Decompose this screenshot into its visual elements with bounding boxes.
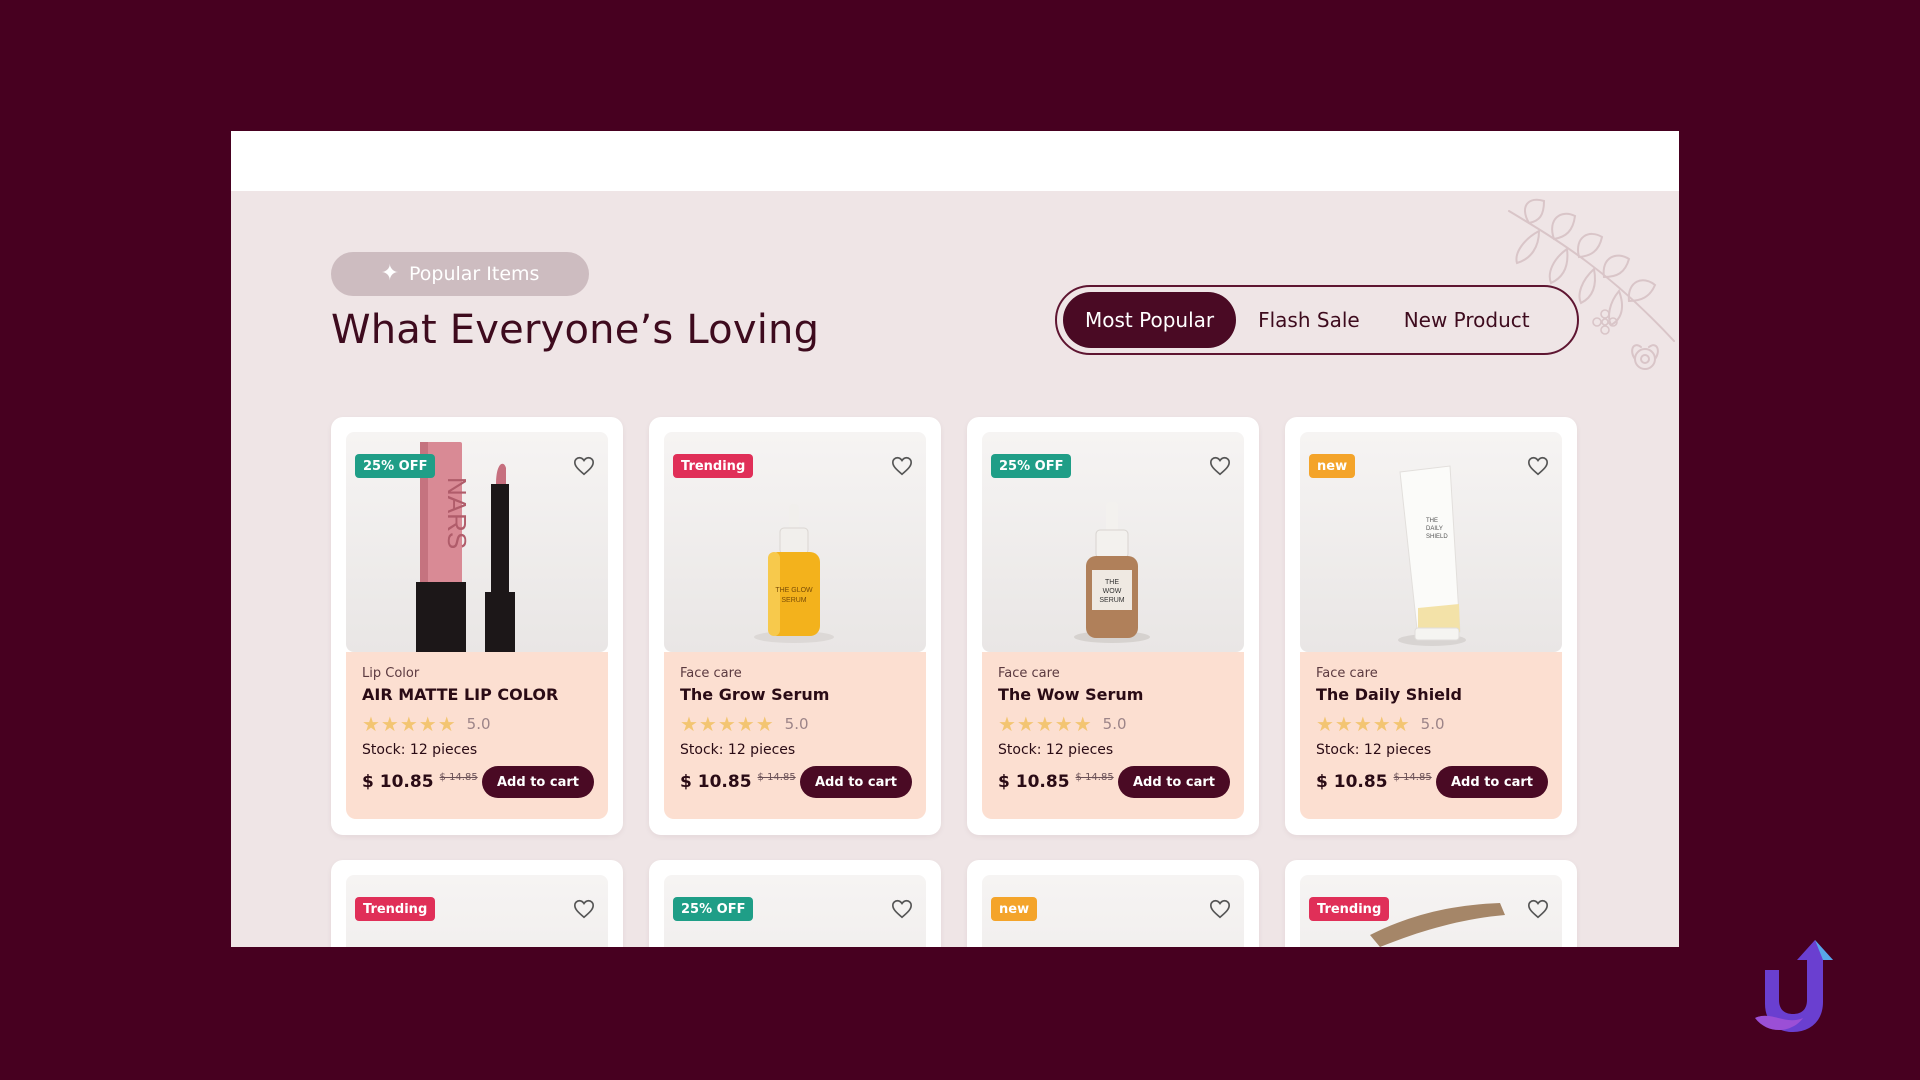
stock-value: 12 pieces: [1363, 742, 1432, 758]
svg-text:SERUM: SERUM: [1099, 597, 1124, 604]
product-category: Face care: [1316, 666, 1378, 681]
svg-text:SERUM: SERUM: [781, 597, 806, 604]
old-price: $ 14.85: [757, 771, 796, 783]
heart-icon[interactable]: [1209, 455, 1231, 477]
product-info: Face care The Grow Serum ★★★★★ 5.0 Stock…: [664, 652, 926, 819]
add-to-cart-button[interactable]: Add to cart: [800, 766, 912, 798]
product-name[interactable]: The Daily Shield: [1316, 685, 1546, 704]
product-name[interactable]: The Wow Serum: [998, 685, 1228, 704]
heart-icon[interactable]: [891, 455, 913, 477]
product-category: Face care: [680, 666, 742, 681]
stock-value: 12 pieces: [409, 742, 478, 758]
product-rating: ★★★★★ 5.0: [680, 712, 910, 736]
product-name[interactable]: The Grow Serum: [680, 685, 910, 704]
price: $ 10.85: [998, 772, 1070, 792]
tab-flash-sale[interactable]: Flash Sale: [1236, 292, 1382, 348]
tab-bar: Most Popular Flash Sale New Product: [1055, 285, 1579, 355]
price: $ 10.85: [680, 772, 752, 792]
price: $ 10.85: [362, 772, 434, 792]
stock-label: Stock:: [998, 742, 1042, 758]
section-title: What Everyone’s Loving: [331, 307, 820, 353]
heart-icon[interactable]: [891, 898, 913, 920]
product-card[interactable]: THE DAILY SHIELD new Face care The Daily…: [1285, 417, 1577, 835]
sparkle-icon: ✦: [380, 261, 399, 286]
svg-text:THE: THE: [1426, 518, 1438, 524]
old-price: $ 14.85: [439, 771, 478, 783]
heart-icon[interactable]: [573, 455, 595, 477]
heart-icon[interactable]: [573, 898, 595, 920]
stock-label: Stock:: [362, 742, 406, 758]
star-icon: ★★★★★: [362, 712, 457, 736]
product-card[interactable]: new: [967, 860, 1259, 947]
price-row: $ 10.85 $ 14.85 Add to cart: [998, 764, 1230, 800]
discount-badge: 25% OFF: [991, 454, 1072, 478]
old-price: $ 14.85: [1393, 771, 1432, 783]
product-rating: ★★★★★ 5.0: [998, 712, 1228, 736]
product-card[interactable]: THE WOW SERUM 25% OFF Face care The Wow …: [967, 417, 1259, 835]
add-to-cart-button[interactable]: Add to cart: [1436, 766, 1548, 798]
rating-score: 5.0: [466, 715, 491, 733]
stock-info: Stock: 12 pieces: [680, 742, 910, 758]
new-badge: new: [1309, 454, 1356, 478]
product-card[interactable]: NARS 25% OFF Lip Color AIR MATTE LIP COL…: [331, 417, 623, 835]
price-row: $ 10.85 $ 14.85 Add to cart: [680, 764, 912, 800]
rating-score: 5.0: [784, 715, 809, 733]
product-category: Lip Color: [362, 666, 420, 681]
stock-label: Stock:: [680, 742, 724, 758]
popular-items-label: Popular Items: [409, 263, 540, 285]
product-info: Lip Color AIR MATTE LIP COLOR ★★★★★ 5.0 …: [346, 652, 608, 819]
svg-text:THE: THE: [1105, 579, 1119, 586]
rating-score: 5.0: [1102, 715, 1127, 733]
product-rating: ★★★★★ 5.0: [1316, 712, 1546, 736]
trending-badge: Trending: [673, 454, 754, 478]
product-card[interactable]: THE GLOW SERUM Trending Face care The Gr…: [649, 417, 941, 835]
trending-badge: Trending: [1309, 897, 1390, 921]
trending-badge: Trending: [355, 897, 436, 921]
star-icon: ★★★★★: [998, 712, 1093, 736]
popular-items-badge: ✦ Popular Items: [331, 252, 589, 296]
old-price: $ 14.85: [1075, 771, 1114, 783]
brand-logo-icon: [1755, 940, 1833, 1032]
rating-score: 5.0: [1420, 715, 1445, 733]
product-rating: ★★★★★ 5.0: [362, 712, 592, 736]
flower-icon: [1592, 309, 1618, 335]
svg-text:SHIELD: SHIELD: [1426, 534, 1448, 540]
discount-badge: 25% OFF: [355, 454, 436, 478]
svg-text:THE GLOW: THE GLOW: [775, 587, 813, 594]
product-info: Face care The Daily Shield ★★★★★ 5.0 Sto…: [1300, 652, 1562, 819]
stock-value: 12 pieces: [1045, 742, 1114, 758]
add-to-cart-button[interactable]: Add to cart: [482, 766, 594, 798]
stock-info: Stock: 12 pieces: [362, 742, 592, 758]
star-icon: ★★★★★: [680, 712, 775, 736]
svg-text:WOW: WOW: [1103, 588, 1122, 595]
add-to-cart-button[interactable]: Add to cart: [1118, 766, 1230, 798]
product-category: Face care: [998, 666, 1060, 681]
price: $ 10.85: [1316, 772, 1388, 792]
stock-value: 12 pieces: [727, 742, 796, 758]
app-window: ✦ Popular Items What Everyone’s Loving M…: [231, 131, 1679, 947]
new-badge: new: [991, 897, 1038, 921]
svg-text:DAILY: DAILY: [1426, 526, 1443, 532]
product-card[interactable]: 25% OFF: [649, 860, 941, 947]
product-card[interactable]: Trending: [1285, 860, 1577, 947]
stock-info: Stock: 12 pieces: [1316, 742, 1546, 758]
discount-badge: 25% OFF: [673, 897, 754, 921]
stock-label: Stock:: [1316, 742, 1360, 758]
svg-text:NARS: NARS: [442, 477, 472, 549]
stock-info: Stock: 12 pieces: [998, 742, 1228, 758]
price-row: $ 10.85 $ 14.85 Add to cart: [362, 764, 594, 800]
heart-icon[interactable]: [1527, 455, 1549, 477]
price-row: $ 10.85 $ 14.85 Add to cart: [1316, 764, 1548, 800]
product-info: Face care The Wow Serum ★★★★★ 5.0 Stock:…: [982, 652, 1244, 819]
star-icon: ★★★★★: [1316, 712, 1411, 736]
product-card[interactable]: Trending: [331, 860, 623, 947]
tab-most-popular[interactable]: Most Popular: [1063, 292, 1237, 348]
tab-new-product[interactable]: New Product: [1382, 292, 1552, 348]
heart-icon[interactable]: [1527, 898, 1549, 920]
heart-icon[interactable]: [1209, 898, 1231, 920]
top-bar: [231, 131, 1679, 191]
product-name[interactable]: AIR MATTE LIP COLOR: [362, 685, 592, 704]
